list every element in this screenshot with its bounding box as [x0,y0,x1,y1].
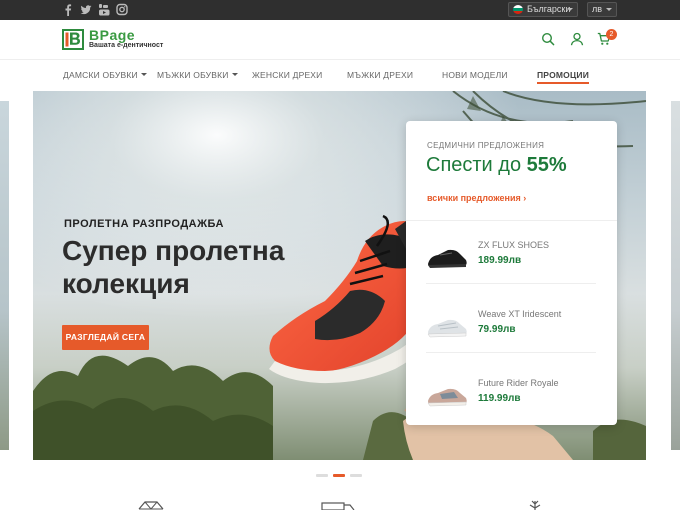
next-slide-peek[interactable] [671,101,680,450]
twitter-icon[interactable] [80,3,92,16]
nav-item-promotions[interactable]: ПРОМОЦИИ [537,70,589,84]
nav-item-label: ПРОМОЦИИ [537,70,589,80]
logo-name[interactable]: BPage [89,27,135,43]
product-price: 79.99лв [478,324,516,335]
hero-kicker: ПРОЛЕТНА РАЗПРОДАЖБА [64,218,224,230]
search-icon[interactable] [541,32,555,46]
chevron-down-icon [231,73,238,76]
product-image [427,319,467,338]
logo-mark[interactable] [62,29,84,50]
slider-dot[interactable] [316,474,328,477]
language-select[interactable]: Български [508,2,578,17]
shop-now-button[interactable]: РАЗГЛЕДАЙ СЕГА [62,325,149,350]
product-name: Weave XT Iridescent [478,309,562,319]
all-offers-label: всички предложения [427,193,521,203]
offer-product[interactable]: ZX FLUX SHOES 189.99лв [426,238,596,298]
slider-dots [316,474,362,477]
product-image [427,388,467,407]
top-bar: Български лв [0,0,680,20]
product-divider [426,352,596,353]
offer-product[interactable]: Future Rider Royale 119.99лв [426,376,596,436]
product-name: ZX FLUX SHOES [478,240,550,250]
offer-product[interactable]: Weave XT Iridescent 79.99лв [426,307,596,367]
nav-item-label: МЪЖКИ ДРЕХИ [347,70,414,80]
social-links [62,3,128,16]
nav-item-mens-shoes[interactable]: МЪЖКИ ОБУВКИ [157,70,238,80]
diamond-icon [138,501,164,510]
facebook-icon[interactable] [62,3,74,16]
nav-item-mens-clothes[interactable]: МЪЖКИ ДРЕХИ [347,70,413,80]
bulgaria-flag-icon [513,5,523,14]
main-nav: ДАМСКИ ОБУВКИ МЪЖКИ ОБУВКИ ЖЕНСКИ ДРЕХИ … [0,61,680,89]
nav-item-label: ДАМСКИ ОБУВКИ [63,70,138,80]
logo-tagline: Вашата е-дентичност [89,42,164,49]
card-divider [406,220,617,221]
chevron-down-icon [140,73,147,76]
nav-item-label: НОВИ МОДЕЛИ [442,70,508,80]
nav-item-label: ЖЕНСКИ ДРЕХИ [252,70,323,80]
language-label: Български [527,4,571,14]
currency-select[interactable]: лв [587,2,617,17]
product-price: 119.99лв [478,393,521,404]
product-name: Future Rider Royale [478,378,559,388]
chevron-down-icon [606,8,612,11]
prev-slide-peek[interactable] [0,101,9,450]
truck-icon [321,502,355,510]
nav-item-womens-shoes[interactable]: ДАМСКИ ОБУВКИ [63,70,147,80]
instagram-icon[interactable] [116,3,128,16]
sparkle-icon [529,500,541,510]
weekly-offers-card: СЕДМИЧНИ ПРЕДЛОЖЕНИЯ Спести до 55% всичк… [406,121,617,425]
nav-item-new-models[interactable]: НОВИ МОДЕЛИ [442,70,508,80]
save-headline: Спести до 55% [426,154,567,177]
weekly-offers-label: СЕДМИЧНИ ПРЕДЛОЖЕНИЯ [427,141,545,150]
user-icon[interactable] [570,32,584,46]
nav-item-womens-clothes[interactable]: ЖЕНСКИ ДРЕХИ [252,70,323,80]
save-value: 55% [526,154,567,176]
product-image [428,249,467,268]
product-price: 189.99лв [478,255,522,266]
hero-headline: Супер пролетна колекция [62,235,285,299]
slider-dot[interactable] [350,474,362,477]
all-offers-link[interactable]: всички предложения › [427,193,526,203]
chevron-down-icon [567,8,573,11]
chevron-right-icon: › [523,193,527,203]
youtube-icon[interactable] [98,3,110,16]
save-text: Спести до [426,154,522,176]
nav-item-label: МЪЖКИ ОБУВКИ [157,70,229,80]
cart-count-badge: 2 [606,29,617,40]
product-divider [426,283,596,284]
slider-dot-active[interactable] [333,474,345,477]
currency-label: лв [592,4,603,14]
